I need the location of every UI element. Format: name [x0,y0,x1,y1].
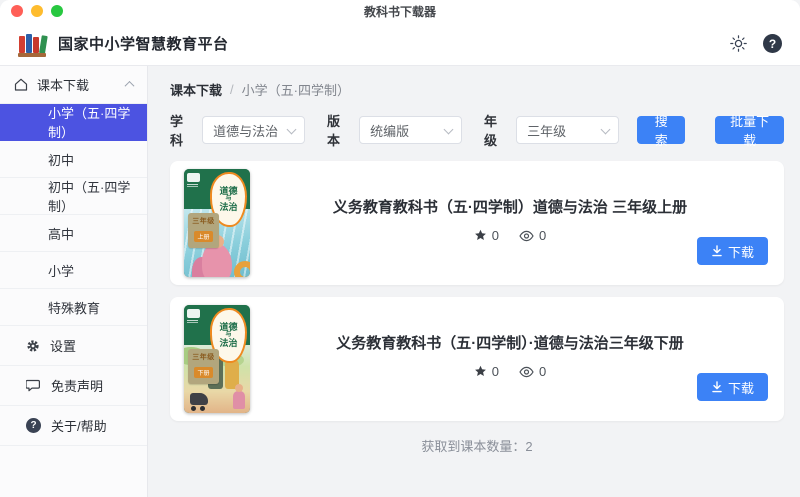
book-cover-volume2: 道德 与 法治 三年级 下册 [184,305,250,413]
breadcrumb-current: 小学（五·四学制） [241,83,350,98]
download-button[interactable]: 下载 [696,373,768,401]
window-controls [11,5,63,17]
sidebar-item-settings[interactable]: 设置 [0,326,147,366]
close-window-button[interactable] [11,5,23,17]
result-count: 获取到课本数量：2 [421,439,533,454]
sidebar-item-label: 初中 [48,152,75,168]
book-stats: 0 0 [474,364,546,379]
book-cover-volume1: 道德 与 法治 三年级 上册 [184,169,250,277]
window-title: 教科书下载器 [363,4,436,19]
zoom-window-button[interactable] [51,5,63,17]
view-count: 0 [539,364,547,379]
book-list: 道德 与 法治 三年级 上册 义务教育教科书（五·四学制）道德与法治 三年级上册… [170,161,784,421]
view-count: 0 [539,228,547,243]
sidebar-item-primary-54[interactable]: 小学（五·四学制） [0,104,147,141]
download-icon [712,245,722,257]
sidebar-item-label: 设置 [50,339,77,354]
book-title: 义务教育教科书（五·四学制）道德与法治 三年级上册 [332,199,688,216]
gear-icon [26,339,40,353]
download-label: 下载 [727,380,754,396]
book-info: 义务教育教科书（五·四学制）·道德与法治三年级下册 0 0 [250,305,770,413]
sidebar-item-textbook-download[interactable]: 课本下载 [0,66,147,104]
sidebar-item-label: 关于/帮助 [51,419,107,434]
publisher-logo-icon [187,309,200,321]
sidebar-item-label: 免责声明 [51,379,104,394]
publisher-logo-icon [187,173,200,185]
subject-label: 学科 [170,114,184,148]
chevron-down-icon [600,124,611,135]
cover-grade-label: 三年级 下册 [188,349,219,384]
grade-label: 年级 [484,114,498,148]
sidebar-item-primary[interactable]: 小学 [0,252,147,289]
subject-select-value: 道德与法治 [213,123,279,139]
sidebar-item-label: 高中 [48,226,75,242]
sidebar-item-label: 小学 [48,263,75,279]
sidebar-item-disclaimer[interactable]: 免责声明 [0,366,147,406]
help-question-icon[interactable]: ? [763,34,782,53]
sidebar: 课本下载 小学（五·四学制） 初中 初中（五·四学制） 高中 小学 特殊教育 设… [0,66,148,497]
home-icon [14,78,28,91]
edition-select[interactable]: 统编版 [359,116,463,144]
sidebar-item-about-help[interactable]: ? 关于/帮助 [0,406,147,446]
eye-icon [519,230,534,241]
book-stats: 0 0 [474,228,546,243]
book-card: 道德 与 法治 三年级 下册 义务教育教科书（五·四学制）·道德与法治三年级下册… [170,297,784,421]
sidebar-parent-label: 课本下载 [37,78,90,93]
views-stat: 0 [519,228,546,243]
download-label: 下载 [727,244,754,260]
minimize-window-button[interactable] [31,5,43,17]
download-icon [712,381,722,393]
views-stat: 0 [519,364,546,379]
sidebar-item-senior[interactable]: 高中 [0,215,147,252]
breadcrumb: 课本下载 / 小学（五·四学制） [170,80,784,99]
star-count: 0 [491,364,499,379]
app-header: 国家中小学智慧教育平台 ? [0,22,800,66]
chevron-up-icon [124,80,135,91]
star-icon [474,229,486,240]
question-circle-icon: ? [26,418,41,433]
sidebar-item-junior-54[interactable]: 初中（五·四学制） [0,178,147,215]
subject-select[interactable]: 道德与法治 [202,116,306,144]
filter-bar: 学科 道德与法治 版本 统编版 年级 三年级 搜索 批量下载 [170,111,784,149]
page-title: 国家中小学智慧教育平台 [58,36,229,53]
eye-icon [519,366,534,377]
search-button[interactable]: 搜索 [637,114,686,148]
batch-download-button[interactable]: 批量下载 [715,114,784,148]
breadcrumb-separator: / [230,82,234,97]
app-window: 教科书下载器 国家中小学智慧教育平台 ? 课本下载 小学（五·四学制） 初中 初… [0,0,800,497]
cover-grade-label: 三年级 上册 [188,213,219,248]
chat-bubble-icon [26,379,41,393]
grade-filter-group: 年级 三年级 [484,111,620,149]
star-count: 0 [491,228,499,243]
edition-filter-group: 版本 统编版 [327,111,463,149]
grade-select[interactable]: 三年级 [516,116,620,144]
subject-filter-group: 学科 道德与法治 [170,111,306,149]
star-stat: 0 [474,228,499,243]
sidebar-item-label: 特殊教育 [48,300,101,316]
breadcrumb-root[interactable]: 课本下载 [170,80,222,99]
star-icon [474,365,486,376]
book-info: 义务教育教科书（五·四学制）道德与法治 三年级上册 0 0 [250,169,770,277]
book-title: 义务教育教科书（五·四学制）·道德与法治三年级下册 [336,335,684,352]
download-button[interactable]: 下载 [696,237,768,265]
chevron-down-icon [286,124,297,135]
edition-label: 版本 [327,114,341,148]
titlebar: 教科书下载器 [0,0,800,22]
chevron-down-icon [443,124,454,135]
sidebar-item-junior[interactable]: 初中 [0,141,147,178]
edition-select-value: 统编版 [370,123,410,139]
sidebar-item-special-education[interactable]: 特殊教育 [0,289,147,326]
book-card: 道德 与 法治 三年级 上册 义务教育教科书（五·四学制）道德与法治 三年级上册… [170,161,784,285]
main-content: 课本下载 / 小学（五·四学制） 学科 道德与法治 版本 统编版 年级 三年级 … [148,66,800,497]
sidebar-item-label: 小学（五·四学制） [48,106,131,140]
grade-select-value: 三年级 [527,123,567,139]
header-actions: ? [730,34,782,53]
theme-toggle-sun-icon[interactable] [730,35,747,52]
star-stat: 0 [474,364,499,379]
sidebar-item-label: 初中（五·四学制） [48,180,131,214]
books-logo-icon [18,31,48,57]
